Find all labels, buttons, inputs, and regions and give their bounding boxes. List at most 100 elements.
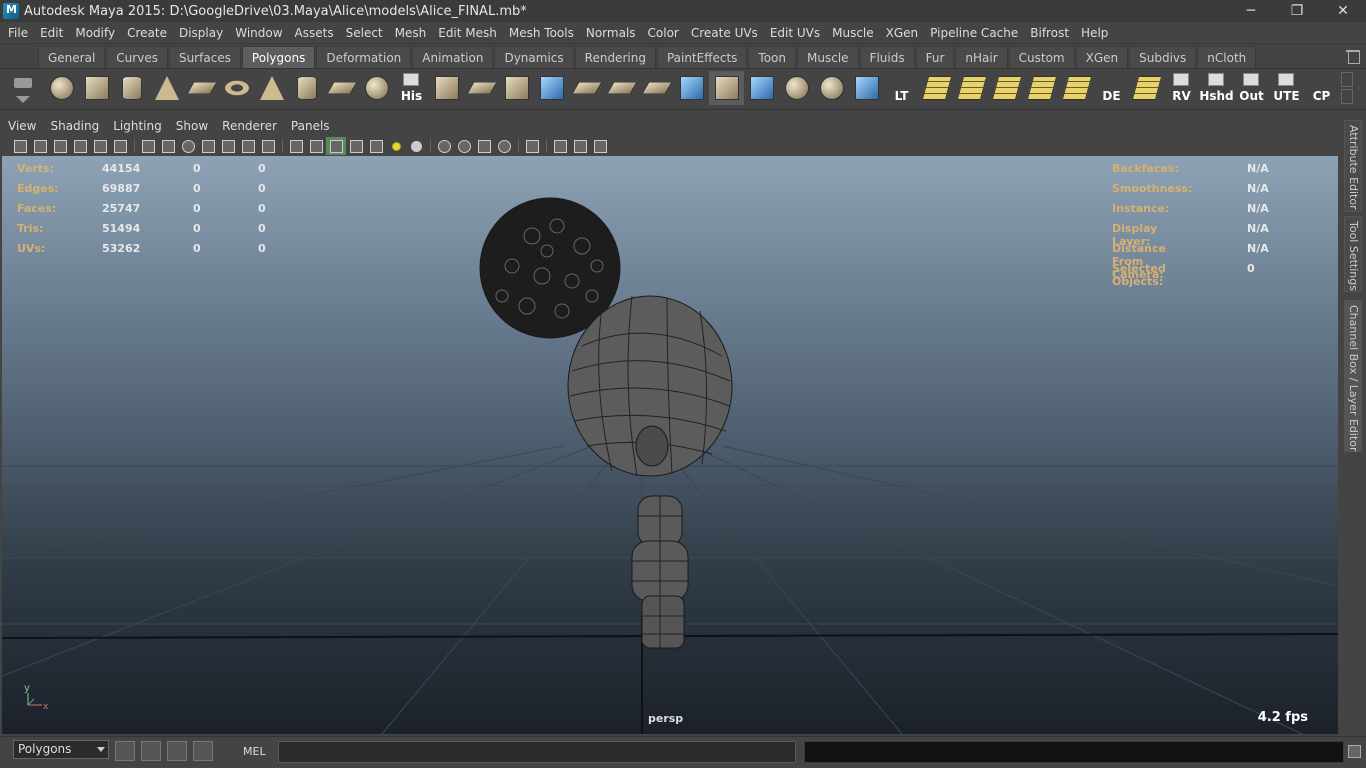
insert-edge-loop-icon[interactable] [569,71,604,105]
multisample-aa-icon[interactable] [474,137,494,155]
cylindrical-map-icon[interactable] [989,71,1024,105]
bookmarks-icon[interactable] [50,137,70,155]
menu-xgen[interactable]: XGen [880,22,925,44]
ute-button[interactable]: UTE [1269,71,1304,105]
panel-menu-panels[interactable]: Panels [285,116,338,136]
poly-torus-icon[interactable] [219,71,254,105]
shelf-tab-dynamics[interactable]: Dynamics [494,46,574,68]
offset-edge-loop-icon[interactable] [604,71,639,105]
planar-map-icon[interactable] [954,71,989,105]
de-button[interactable]: DE [1094,71,1129,105]
use-all-lights-icon[interactable] [366,137,386,155]
mirror-cut-icon[interactable] [849,71,884,105]
mel-language-toggle[interactable]: MEL [243,745,266,758]
film-gate-icon[interactable] [158,137,178,155]
history-toggle-button[interactable]: His [394,71,429,105]
merge-vertices-icon[interactable] [639,71,674,105]
poly-helix-icon[interactable] [324,71,359,105]
depth-of-field-icon[interactable] [494,137,514,155]
out-button[interactable]: Out [1234,71,1269,105]
shelf-tab-curves[interactable]: Curves [106,46,168,68]
menu-bifrost[interactable]: Bifrost [1024,22,1075,44]
menu-mesh-tools[interactable]: Mesh Tools [503,22,580,44]
tab-tool-settings[interactable]: Tool Settings [1344,216,1362,292]
menu-normals[interactable]: Normals [580,22,642,44]
sculpt-tool-icon[interactable] [709,71,744,105]
shelf-tab-custom[interactable]: Custom [1008,46,1075,68]
select-camera-icon[interactable] [10,137,30,155]
script-editor-toggle-icon[interactable] [193,741,213,761]
menu-select[interactable]: Select [340,22,389,44]
channel-box-toggle-icon[interactable] [167,741,187,761]
menu-modify[interactable]: Modify [69,22,121,44]
bridge-icon[interactable] [464,71,499,105]
hshd-button[interactable]: Hshd [1199,71,1234,105]
isolate-select-icon[interactable] [522,137,542,155]
shelf-settings-icon[interactable] [14,78,32,88]
shelf-tab-rendering[interactable]: Rendering [574,46,656,68]
menu-color[interactable]: Color [642,22,685,44]
shelf-tab-xgen[interactable]: XGen [1075,46,1129,68]
shelf-menu-arrow-icon[interactable] [16,96,30,103]
shelf-tab-polygons[interactable]: Polygons [241,46,316,68]
grid-toggle-icon[interactable] [138,137,158,155]
automatic-map-icon[interactable] [1059,71,1094,105]
menu-help[interactable]: Help [1075,22,1114,44]
poly-cylinder-icon[interactable] [114,71,149,105]
persp-viewport[interactable]: Verts: 44154 0 0 Edges: 69887 0 0 Faces: 25747 0… [2,156,1338,734]
shelf-tab-muscle[interactable]: Muscle [797,46,859,68]
menu-muscle[interactable]: Muscle [826,22,880,44]
xray-icon[interactable] [550,137,570,155]
panel-menu-lighting[interactable]: Lighting [107,116,170,136]
xray-active-components-icon[interactable] [570,137,590,155]
menu-window[interactable]: Window [229,22,288,44]
poly-pyramid-icon[interactable] [254,71,289,105]
wireframe-mode-icon[interactable] [286,137,306,155]
uv-editor-icon[interactable] [1129,71,1164,105]
bevel-icon[interactable] [674,71,709,105]
shelf-tab-subdivs[interactable]: Subdivs [1129,46,1197,68]
wireframe-cage-icon[interactable] [744,71,779,105]
shelf-tab-toon[interactable]: Toon [748,46,797,68]
shelf-tab-painteffects[interactable]: PaintEffects [656,46,748,68]
minimize-button[interactable]: ─ [1228,0,1274,22]
menu-display[interactable]: Display [173,22,229,44]
shelf-scroll-up-icon[interactable] [1341,72,1353,87]
poly-cube-icon[interactable] [79,71,114,105]
poly-soccer-ball-icon[interactable] [359,71,394,105]
script-editor-icon[interactable] [1348,745,1361,758]
menu-edit-mesh[interactable]: Edit Mesh [432,22,503,44]
menu-file[interactable]: File [2,22,34,44]
trash-icon[interactable] [1346,48,1360,64]
shelf-tab-animation[interactable]: Animation [412,46,494,68]
smooth-shade-icon[interactable] [306,137,326,155]
safe-action-icon[interactable] [238,137,258,155]
gate-mask-icon[interactable] [198,137,218,155]
tab-channel-box-layer-editor[interactable]: Channel Box / Layer Editor [1344,300,1362,452]
wireframe-on-shaded-icon[interactable] [326,137,346,155]
mel-command-input[interactable] [278,741,796,763]
xray-joints-icon[interactable] [590,137,610,155]
image-plane-icon[interactable] [70,137,90,155]
menu-edit-uvs[interactable]: Edit UVs [764,22,826,44]
resolution-gate-icon[interactable] [178,137,198,155]
menu-set-dropdown[interactable]: Polygons [13,740,109,759]
character-model[interactable] [472,196,752,656]
split-polygon-icon[interactable] [534,71,569,105]
rv-button[interactable]: RV [1164,71,1199,105]
poly-sphere-icon[interactable] [44,71,79,105]
cp-button[interactable]: CP [1304,71,1339,105]
poly-cone-icon[interactable] [149,71,184,105]
2d-pan-zoom-icon[interactable] [90,137,110,155]
menu-create-uvs[interactable]: Create UVs [685,22,764,44]
uv-layout-icon[interactable] [919,71,954,105]
maximize-button[interactable]: ❐ [1274,0,1320,22]
safe-title-icon[interactable] [258,137,278,155]
panel-menu-shading[interactable]: Shading [44,116,107,136]
shelf-tab-nhair[interactable]: nHair [955,46,1008,68]
shelf-tab-surfaces[interactable]: Surfaces [168,46,241,68]
shelf-scroll-down-icon[interactable] [1341,89,1353,104]
menu-pipeline-cache[interactable]: Pipeline Cache [924,22,1024,44]
panel-menu-show[interactable]: Show [170,116,216,136]
menu-assets[interactable]: Assets [289,22,340,44]
